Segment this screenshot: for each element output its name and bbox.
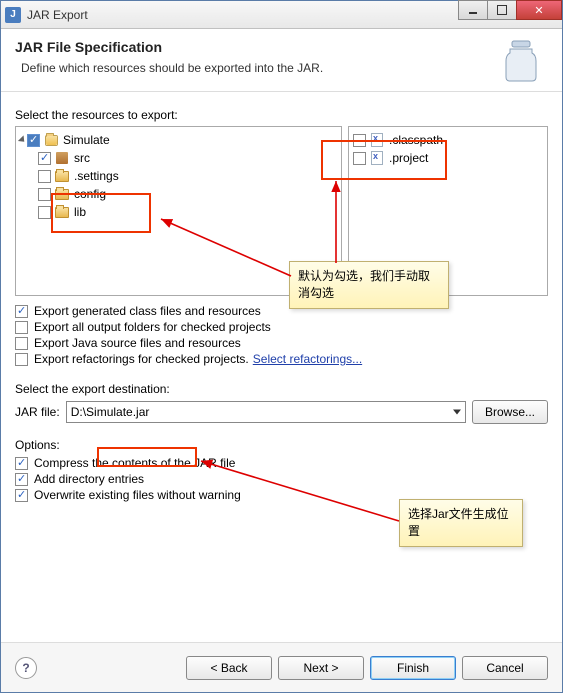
checkbox-export-output[interactable]	[15, 321, 28, 334]
jar-file-combo[interactable]: D:\Simulate.jar	[66, 401, 466, 423]
checkbox-settings[interactable]	[38, 170, 51, 183]
expand-icon[interactable]	[18, 135, 27, 144]
browse-button[interactable]: Browse...	[472, 400, 548, 424]
next-button[interactable]: Next >	[278, 656, 364, 680]
list-item-classpath[interactable]: .classpath	[351, 131, 545, 149]
select-refactorings-link[interactable]: Select refactorings...	[253, 352, 362, 366]
checkbox-overwrite[interactable]	[15, 489, 28, 502]
file-icon	[371, 133, 383, 147]
opt-label: Overwrite existing files without warning	[34, 488, 241, 502]
folder-icon	[55, 207, 69, 218]
folder-icon	[55, 171, 69, 182]
tree-item-src[interactable]: src	[18, 149, 339, 167]
jar-file-label: JAR file:	[15, 405, 60, 419]
tree-label: config	[74, 187, 106, 201]
page-title: JAR File Specification	[15, 39, 548, 55]
minimize-button[interactable]	[458, 0, 488, 20]
checkbox-adddir[interactable]	[15, 473, 28, 486]
checkbox-compress[interactable]	[15, 457, 28, 470]
project-icon	[45, 135, 58, 146]
window-title: JAR Export	[27, 8, 88, 22]
tree-item-project[interactable]: Simulate	[18, 131, 339, 149]
checkbox-lib[interactable]	[38, 206, 51, 219]
annotation-tooltip: 选择Jar文件生成位置	[399, 499, 523, 547]
tree-item-config[interactable]: config	[18, 185, 339, 203]
opt-label: Export refactorings for checked projects…	[34, 352, 249, 366]
checkbox-classpath[interactable]	[353, 134, 366, 147]
page-subtitle: Define which resources should be exporte…	[15, 61, 548, 75]
file-icon	[371, 151, 383, 165]
checkbox-projectfile[interactable]	[353, 152, 366, 165]
maximize-button[interactable]	[487, 0, 517, 20]
titlebar[interactable]: J JAR Export	[1, 1, 562, 29]
opt-label: Export all output folders for checked pr…	[34, 320, 271, 334]
app-icon: J	[5, 7, 21, 23]
back-button[interactable]: < Back	[186, 656, 272, 680]
jar-icon	[500, 39, 542, 83]
checkbox-config[interactable]	[38, 188, 51, 201]
tree-label: .settings	[74, 169, 119, 183]
help-button[interactable]: ?	[15, 657, 37, 679]
annotation-tooltip: 默认为勾选，我们手动取消勾选	[289, 261, 449, 309]
cancel-button[interactable]: Cancel	[462, 656, 548, 680]
options-label: Options:	[15, 438, 548, 452]
opt-label: Add directory entries	[34, 472, 144, 486]
folder-icon	[55, 189, 69, 200]
destination-label: Select the export destination:	[15, 382, 548, 396]
checkbox-project[interactable]	[27, 134, 40, 147]
tree-label: Simulate	[63, 133, 110, 147]
package-icon	[56, 152, 68, 164]
tree-label: lib	[74, 205, 86, 219]
opt-label: Export generated class files and resourc…	[34, 304, 261, 318]
opt-label: Compress the contents of the JAR file	[34, 456, 235, 470]
list-item-project[interactable]: .project	[351, 149, 545, 167]
finish-button[interactable]: Finish	[370, 656, 456, 680]
tree-label: src	[74, 151, 90, 165]
checkbox-src[interactable]	[38, 152, 51, 165]
jar-file-value: D:\Simulate.jar	[71, 405, 150, 419]
list-label: .project	[389, 151, 428, 165]
list-label: .classpath	[389, 133, 443, 147]
checkbox-export-generated[interactable]	[15, 305, 28, 318]
opt-label: Export Java source files and resources	[34, 336, 241, 350]
wizard-footer: ? < Back Next > Finish Cancel	[1, 642, 562, 692]
checkbox-export-refactorings[interactable]	[15, 353, 28, 366]
close-button[interactable]	[516, 0, 562, 20]
wizard-header: JAR File Specification Define which reso…	[1, 29, 562, 92]
tree-item-lib[interactable]: lib	[18, 203, 339, 221]
chevron-down-icon[interactable]	[453, 410, 461, 415]
checkbox-export-source[interactable]	[15, 337, 28, 350]
tree-item-settings[interactable]: .settings	[18, 167, 339, 185]
resources-label: Select the resources to export:	[15, 108, 548, 122]
